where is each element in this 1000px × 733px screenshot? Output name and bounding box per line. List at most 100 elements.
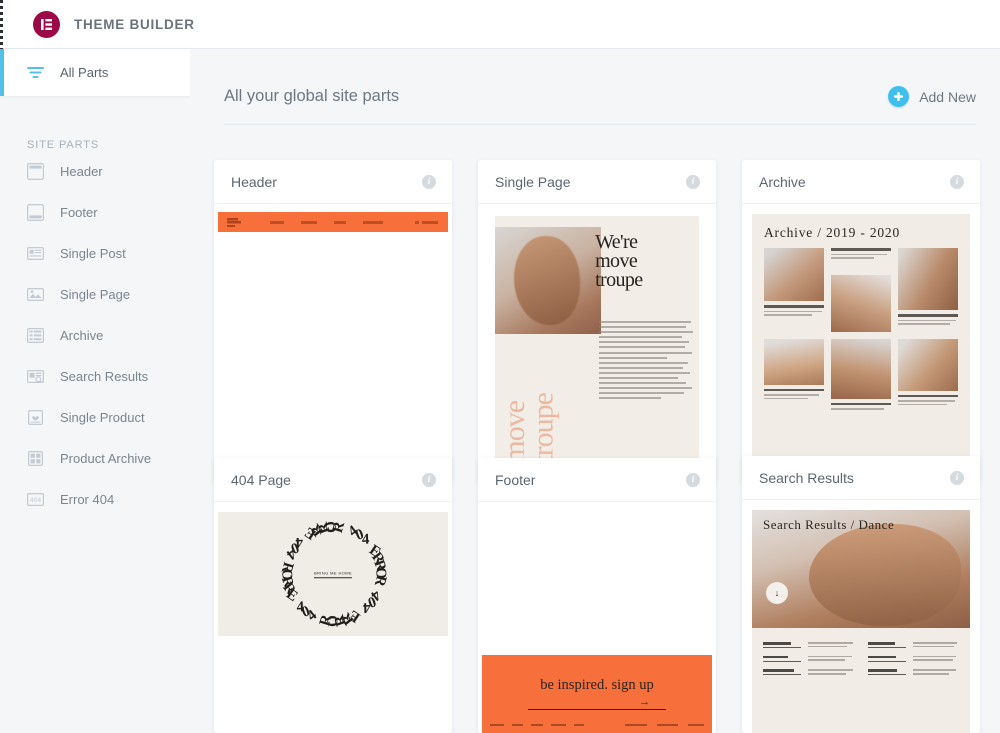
preview-archive-grid xyxy=(764,248,958,412)
card-header-bar: Archive i xyxy=(742,160,980,204)
card-preview: Search Results / Dance ↓ xyxy=(742,500,980,733)
sidebar-item-product-archive[interactable]: Product Archive xyxy=(0,438,190,479)
info-icon[interactable]: i xyxy=(686,174,700,189)
preview-home-button: BRING ME HOME xyxy=(313,570,353,578)
preview-heading: We're move troupe xyxy=(595,231,643,292)
single-product-icon xyxy=(24,409,46,426)
preview-result-row xyxy=(868,642,959,650)
card-404-page[interactable]: 404 Page i ERROR404ERROR404ERROR404ERROR… xyxy=(214,458,452,733)
preview-result-list xyxy=(752,628,970,685)
info-icon[interactable]: i xyxy=(686,472,700,487)
card-title: 404 Page xyxy=(231,471,291,488)
app-logo-group[interactable]: THEME BUILDER xyxy=(33,10,195,38)
card-header-bar: Search Results i xyxy=(742,456,980,500)
card-search-results[interactable]: Search Results i Search Results / Dance … xyxy=(742,456,980,733)
add-new-label: Add New xyxy=(919,88,976,105)
card-preview: be inspired. sign up → xyxy=(478,502,716,733)
sidebar-item-label: Error 404 xyxy=(60,492,115,507)
sidebar-item-label: Archive xyxy=(60,328,104,343)
info-icon[interactable]: i xyxy=(950,174,964,189)
card-title: Archive xyxy=(759,173,806,190)
main-content: All your global site parts Add New Heade… xyxy=(190,49,1000,733)
card-header[interactable]: Header i xyxy=(214,160,452,482)
sidebar-item-single-post[interactable]: Single Post xyxy=(0,233,190,274)
elementor-logo-icon xyxy=(33,10,60,38)
svg-text:404: 404 xyxy=(29,497,41,504)
preview-footer: be inspired. sign up → xyxy=(482,655,712,733)
info-icon[interactable]: i xyxy=(950,470,964,485)
card-preview: ERROR404ERROR404ERROR404ERROR404 BRING M… xyxy=(214,502,452,733)
preview-photo xyxy=(764,248,824,301)
card-title: Header xyxy=(231,173,277,190)
preview-social-links xyxy=(625,723,704,726)
preview-vertical-text: move troupe xyxy=(498,393,560,464)
card-preview: Archive / 2019 - 2020 xyxy=(742,204,980,482)
preview-signup-text: be inspired. sign up xyxy=(540,677,654,693)
preview-result-row xyxy=(868,655,959,664)
card-title: Single Page xyxy=(495,173,571,190)
sidebar-item-footer[interactable]: Footer xyxy=(0,192,190,233)
card-header-bar: 404 Page i xyxy=(214,458,452,502)
sidebar-item-header[interactable]: Header xyxy=(0,151,190,192)
page-title: All your global site parts xyxy=(224,87,400,105)
sidebar-item-label: Single Post xyxy=(60,246,126,261)
sidebar-item-label: Single Product xyxy=(60,410,145,425)
card-title: Search Results xyxy=(759,469,854,486)
app-title: THEME BUILDER xyxy=(74,16,195,32)
sidebar-item-label: All Parts xyxy=(60,65,109,80)
sidebar-item-label: Footer xyxy=(60,205,98,220)
archive-list-icon xyxy=(24,327,46,344)
preview-nav-bar xyxy=(218,212,448,232)
preview-archive: Archive / 2019 - 2020 xyxy=(752,214,970,472)
preview-nav-cta xyxy=(415,220,438,224)
card-single-page[interactable]: Single Page i move troupe We're move tro… xyxy=(478,160,716,482)
sidebar-item-label: Header xyxy=(60,164,103,179)
product-archive-icon xyxy=(24,450,46,467)
card-header-bar: Single Page i xyxy=(478,160,716,204)
sidebar-item-single-product[interactable]: Single Product xyxy=(0,397,190,438)
info-icon[interactable]: i xyxy=(422,472,436,487)
sidebar-item-search-results[interactable]: Search Results xyxy=(0,356,190,397)
preview-photo xyxy=(831,338,891,399)
preview-footer-links xyxy=(490,723,584,726)
preview-archive-item xyxy=(898,248,958,332)
preview-search-results: Search Results / Dance ↓ xyxy=(752,510,970,733)
card-footer[interactable]: Footer i be inspired. sign up → xyxy=(478,458,716,733)
preview-archive-item xyxy=(764,248,824,332)
sidebar-item-label: Search Results xyxy=(60,369,149,384)
search-results-icon xyxy=(24,368,46,385)
page-header: All your global site parts Add New xyxy=(224,86,976,107)
preview-404: ERROR404ERROR404ERROR404ERROR404 BRING M… xyxy=(218,512,448,636)
filter-icon xyxy=(24,66,46,79)
sidebar-item-all-parts[interactable]: All Parts xyxy=(0,49,190,96)
preview-photo xyxy=(764,338,824,385)
info-icon[interactable]: i xyxy=(422,174,436,189)
error-404-icon: 404 xyxy=(24,491,46,508)
sidebar-item-single-page[interactable]: Single Page xyxy=(0,274,190,315)
sidebar-item-archive[interactable]: Archive xyxy=(0,315,190,356)
sidebar-section-label: SITE PARTS xyxy=(27,139,100,151)
sidebar-item-label: Single Page xyxy=(60,287,131,302)
sidebar: All Parts SITE PARTS Header Footer Singl… xyxy=(0,49,190,733)
card-header-bar: Header i xyxy=(214,160,452,204)
preview-input-rule xyxy=(528,709,666,710)
single-post-icon xyxy=(24,245,46,262)
header-layout-icon xyxy=(24,163,46,180)
preview-result-row xyxy=(763,655,854,664)
preview-dancer-photo xyxy=(495,227,602,334)
preview-logo xyxy=(227,217,244,227)
scroll-down-icon[interactable]: ↓ xyxy=(766,582,788,604)
footer-layout-icon xyxy=(24,204,46,221)
add-new-button[interactable]: Add New xyxy=(888,86,976,107)
card-preview xyxy=(214,204,452,482)
preview-single-page: move troupe We're move troupe xyxy=(495,216,699,470)
sidebar-item-label: Product Archive xyxy=(60,451,152,466)
card-archive[interactable]: Archive i Archive / 2019 - 2020 xyxy=(742,160,980,482)
preview-heading: Search Results / Dance xyxy=(763,517,895,532)
preview-heading: Archive / 2019 - 2020 xyxy=(764,225,901,240)
window-edge-strip xyxy=(0,0,3,49)
preview-nav-menu xyxy=(270,220,389,224)
sidebar-item-error-404[interactable]: 404 Error 404 xyxy=(0,479,190,520)
preview-photo xyxy=(898,248,958,310)
preview-archive-item xyxy=(764,338,824,412)
